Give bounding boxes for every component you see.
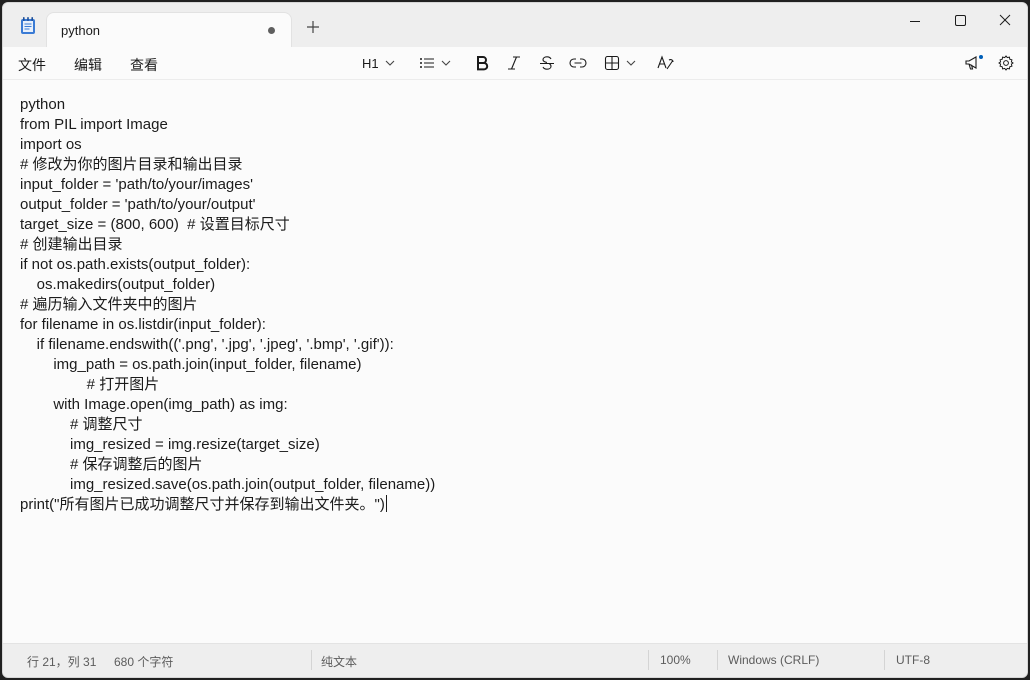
editor-content[interactable]: python from PIL import Image import os # 修改… xyxy=(20,95,435,515)
table-icon xyxy=(604,55,620,71)
link-button[interactable] xyxy=(569,51,587,75)
bulleted-list-icon xyxy=(420,58,434,68)
character-count: 680 个字符 xyxy=(114,655,174,669)
toolbar: 文件 编辑 查看 H1 xyxy=(3,47,1027,80)
status-divider xyxy=(311,650,312,670)
line-ending[interactable]: Windows (CRLF) xyxy=(728,653,819,667)
notepad-window: python 文件 编辑 查看 H1 python from PIL impor… xyxy=(2,2,1028,678)
text-caret xyxy=(385,495,387,512)
editor-line: os.makedirs(output_folder) xyxy=(20,276,216,293)
text-editor[interactable]: python from PIL import Image import os # 修改… xyxy=(3,80,1027,646)
editor-line: # 打开图片 xyxy=(20,376,160,393)
notepad-app-icon xyxy=(20,17,36,35)
menu-edit[interactable]: 编辑 xyxy=(74,55,102,75)
editor-line: # 修改为你的图片目录和输出目录 xyxy=(20,156,243,173)
editor-line: with Image.open(img_path) as img: xyxy=(20,396,288,413)
bold-icon xyxy=(477,56,489,71)
status-bar: 行 21，列 31 680 个字符 纯文本 100% Windows (CRLF… xyxy=(3,643,1027,677)
table-dropdown[interactable] xyxy=(604,51,636,75)
strikethrough-button[interactable] xyxy=(539,51,555,75)
tab-python[interactable]: python xyxy=(47,13,291,47)
editor-line: output_folder = 'path/to/your/output' xyxy=(20,196,256,213)
editor-line: for filename in os.listdir(input_folder)… xyxy=(20,316,266,333)
editor-line: img_resized = img.resize(target_size) xyxy=(20,436,320,453)
maximize-icon xyxy=(955,15,966,26)
italic-button[interactable] xyxy=(507,51,521,75)
editor-line: # 调整尺寸 xyxy=(20,416,143,433)
editor-line: # 创建输出目录 xyxy=(20,236,123,253)
strikethrough-icon xyxy=(540,56,554,70)
close-button[interactable] xyxy=(982,7,1027,35)
editor-line: input_folder = 'path/to/your/images' xyxy=(20,176,253,193)
link-icon xyxy=(569,58,587,68)
announcements-button[interactable] xyxy=(964,51,984,75)
clear-formatting-icon xyxy=(657,55,674,70)
tab-title: python xyxy=(61,23,101,38)
italic-icon xyxy=(508,56,520,70)
minimize-button[interactable] xyxy=(892,7,938,35)
format-indicator[interactable]: 纯文本 xyxy=(321,653,357,670)
plus-icon xyxy=(307,21,319,33)
clear-formatting-button[interactable] xyxy=(657,51,675,75)
status-divider xyxy=(648,650,649,670)
menu-file[interactable]: 文件 xyxy=(18,55,46,75)
maximize-button[interactable] xyxy=(937,7,983,35)
chevron-down-icon xyxy=(385,60,395,66)
heading-dropdown[interactable]: H1 xyxy=(362,51,395,75)
close-icon xyxy=(999,14,1011,26)
bold-button[interactable] xyxy=(475,51,489,75)
status-divider xyxy=(884,650,885,670)
chevron-down-icon xyxy=(441,60,451,66)
chevron-down-icon xyxy=(626,60,636,66)
new-tab-button[interactable] xyxy=(303,19,323,39)
editor-line: # 遍历输入文件夹中的图片 xyxy=(20,296,198,313)
minimize-icon xyxy=(910,21,920,22)
gear-icon xyxy=(998,55,1014,71)
megaphone-icon xyxy=(965,55,983,70)
editor-line: target_size = (800, 600) # 设置目标尺寸 xyxy=(20,216,290,233)
status-divider xyxy=(717,650,718,670)
title-bar: python xyxy=(3,3,1027,47)
editor-line: img_path = os.path.join(input_folder, fi… xyxy=(20,356,362,373)
unsaved-indicator-icon[interactable] xyxy=(268,27,275,34)
editor-line: # 保存调整后的图片 xyxy=(20,456,203,473)
heading-label: H1 xyxy=(362,55,379,71)
cursor-position[interactable]: 行 21，列 31 xyxy=(27,653,96,670)
menu-view[interactable]: 查看 xyxy=(130,55,158,75)
zoom-level[interactable]: 100% xyxy=(660,653,691,667)
editor-line: import os xyxy=(20,136,82,153)
list-dropdown[interactable] xyxy=(419,51,451,75)
editor-line: from PIL import Image xyxy=(20,116,168,133)
editor-line: img_resized.save(os.path.join(output_fol… xyxy=(20,476,436,493)
editor-line: if filename.endswith(('.png', '.jpg', '.… xyxy=(20,336,394,353)
settings-button[interactable] xyxy=(998,51,1014,75)
encoding[interactable]: UTF-8 xyxy=(896,653,930,667)
editor-line: if not os.path.exists(output_folder): xyxy=(20,256,251,273)
editor-line: python xyxy=(20,96,66,113)
editor-line: print("所有图片已成功调整尺寸并保存到输出文件夹。") xyxy=(20,495,387,513)
